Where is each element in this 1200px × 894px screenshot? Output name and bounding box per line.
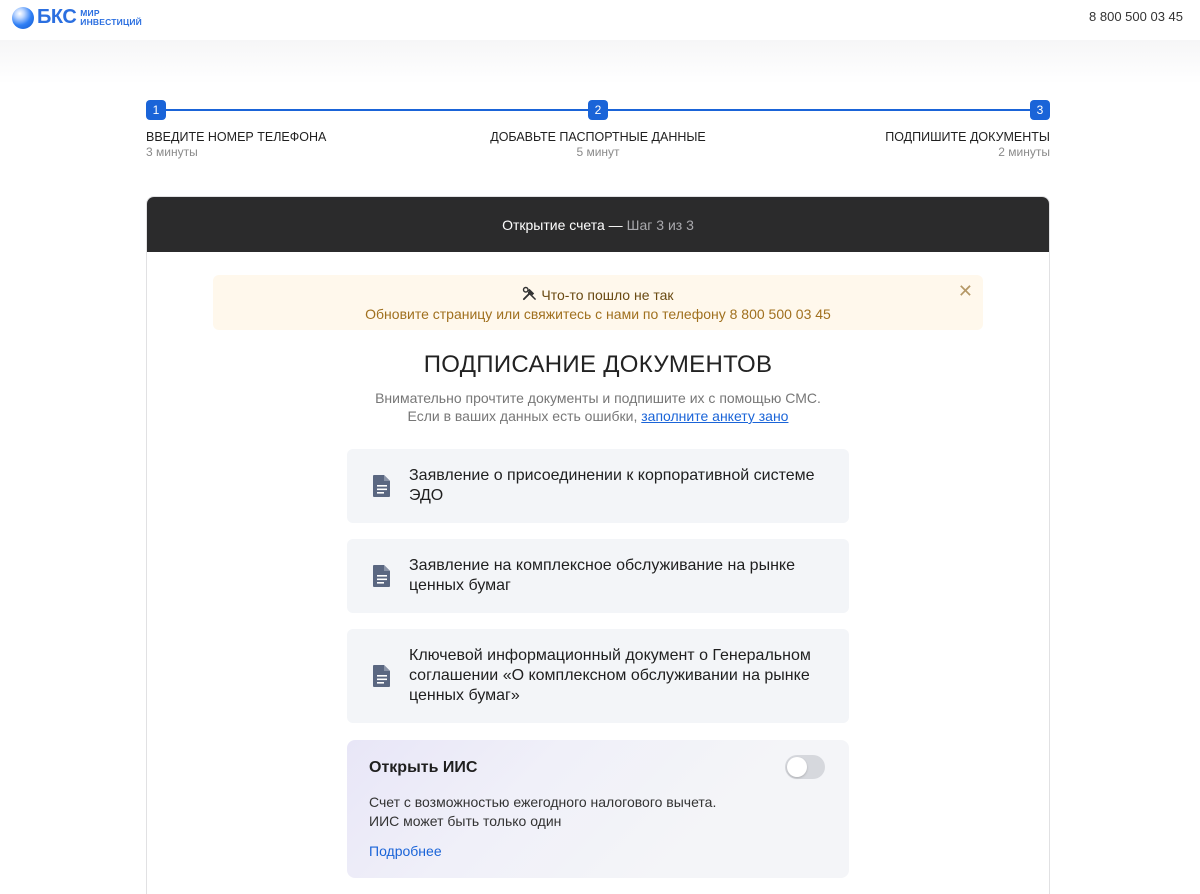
header-fade bbox=[0, 40, 1200, 84]
page-title: ПОДПИСАНИЕ ДОКУМЕНТОВ bbox=[423, 351, 773, 378]
card-header: Открытие счета — Шаг 3 из 3 bbox=[147, 197, 1049, 252]
document-icon bbox=[373, 475, 390, 497]
subtitle-line-1: Внимательно прочтите документы и подпиши… bbox=[375, 390, 821, 406]
close-icon[interactable]: ✕ bbox=[958, 281, 973, 302]
document-icon bbox=[373, 565, 390, 587]
page-subtitle: Внимательно прочтите документы и подпиши… bbox=[147, 389, 1049, 425]
alert-message: Обновите страницу или свяжитесь с нами п… bbox=[365, 306, 831, 322]
document-item-key-info[interactable]: Ключевой информационный документ о Генер… bbox=[347, 629, 849, 723]
progress-stepper: 1 Введите номер телефона 3 минуты 2 Доба… bbox=[146, 100, 1050, 170]
document-icon bbox=[373, 665, 390, 687]
card-header-step: Шаг 3 из 3 bbox=[626, 216, 694, 233]
step-3-title: Подпишите документы bbox=[885, 130, 1050, 144]
step-2-time: 5 минут bbox=[576, 145, 620, 159]
document-item-label: Ключевой информационный документ о Генер… bbox=[409, 647, 811, 704]
card-header-title: Открытие счета — bbox=[502, 216, 623, 233]
bcs-logo[interactable]: БКС МИР ИНВЕСТИЦИЙ bbox=[12, 6, 142, 29]
tools-icon bbox=[522, 286, 537, 304]
alert-title: Что-то пошло не так bbox=[541, 287, 674, 303]
refill-form-link[interactable]: заполните анкету зано bbox=[641, 408, 788, 424]
error-alert: Что-то пошло не так Обновите страницу ил… bbox=[213, 275, 983, 330]
iis-more-link[interactable]: Подробнее bbox=[369, 843, 442, 859]
step-1-time: 3 минуты bbox=[146, 145, 198, 159]
header-phone-link[interactable]: 8 800 500 03 45 bbox=[1089, 9, 1183, 24]
account-opening-card: Открытие счета — Шаг 3 из 3 Что-то пошло… bbox=[146, 196, 1050, 894]
step-2-title: Добавьте паспортные данные bbox=[490, 130, 706, 144]
alert-title-row: Что-то пошло не так bbox=[213, 275, 983, 304]
step-2-marker: 2 bbox=[588, 100, 608, 120]
logo-subtitle: МИР ИНВЕСТИЦИЙ bbox=[80, 8, 142, 27]
document-item-label: Заявление на комплексное обслуживание на… bbox=[409, 557, 795, 594]
top-header: БКС МИР ИНВЕСТИЦИЙ 8 800 500 03 45 bbox=[0, 0, 1200, 40]
iis-panel: Открыть ИИС Счет с возможностью ежегодно… bbox=[347, 740, 849, 878]
step-3-time: 2 минуты bbox=[998, 145, 1050, 159]
subtitle-line-2-text: Если в ваших данных есть ошибки, bbox=[407, 408, 638, 424]
logo-sphere-icon bbox=[12, 6, 34, 29]
step-3-marker: 3 bbox=[1030, 100, 1050, 120]
step-1-marker: 1 bbox=[146, 100, 166, 120]
iis-toggle[interactable] bbox=[785, 755, 825, 779]
subtitle-line-2: Если в ваших данных есть ошибки, заполни… bbox=[147, 407, 1049, 425]
document-item-service[interactable]: Заявление на комплексное обслуживание на… bbox=[347, 539, 849, 613]
iis-description-line-1: Счет с возможностью ежегодного налоговог… bbox=[369, 794, 717, 810]
logo-sub-line-2: ИНВЕСТИЦИЙ bbox=[80, 16, 142, 27]
document-item-edo[interactable]: Заявление о присоединении к корпоративно… bbox=[347, 449, 849, 523]
document-item-label: Заявление о присоединении к корпоративно… bbox=[409, 467, 815, 504]
iis-title: Открыть ИИС bbox=[369, 759, 478, 776]
iis-description: Счет с возможностью ежегодного налоговог… bbox=[369, 793, 716, 831]
logo-word: БКС bbox=[37, 6, 77, 28]
iis-description-line-2: ИИС может быть только один bbox=[369, 813, 562, 829]
toggle-knob bbox=[787, 757, 807, 777]
step-1-title: Введите номер телефона bbox=[146, 130, 327, 144]
